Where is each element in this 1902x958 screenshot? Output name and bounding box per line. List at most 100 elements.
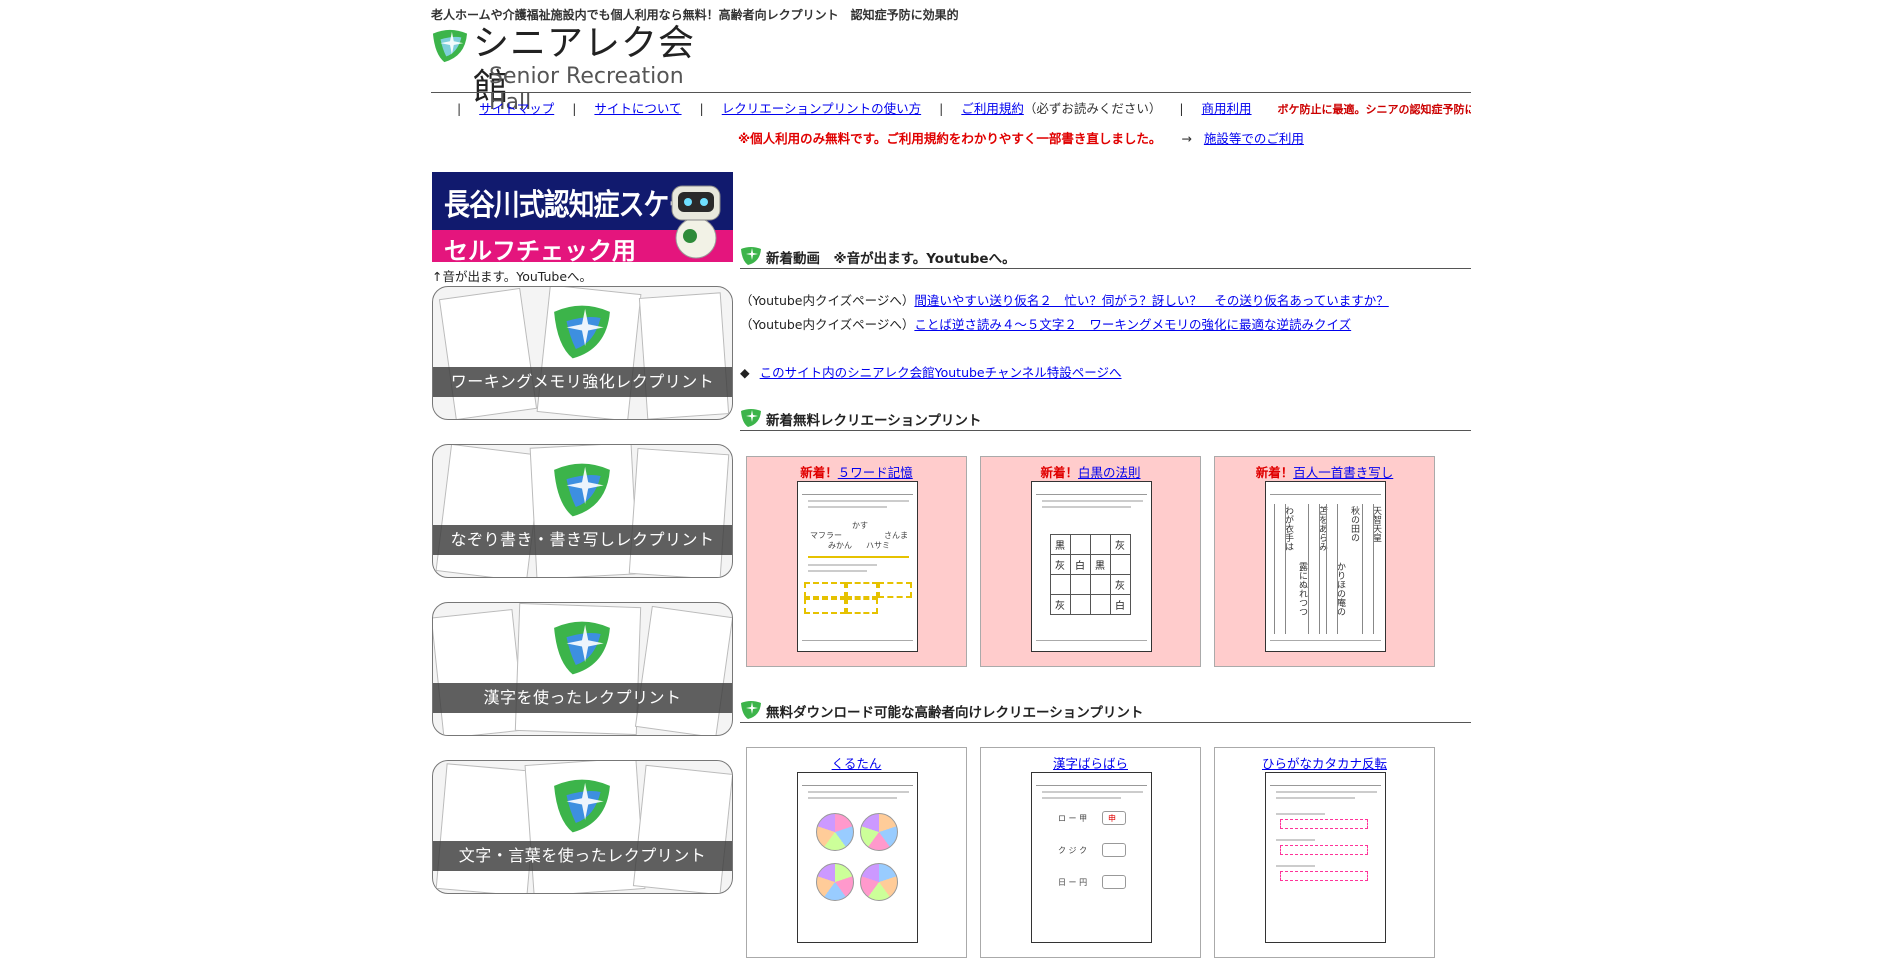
tile-bg-paper [628,447,730,577]
thumb-text-line [1276,797,1355,799]
card-link[interactable]: ひらがなカタカナ反転 [1262,756,1387,771]
robot-mascot-icon [671,185,721,259]
category-tracing[interactable]: なぞり書き・書き写しレクプリント [432,444,733,578]
print-thumbnail[interactable]: 黒 灰 灰 白 黒 灰 灰 白 [1031,481,1152,652]
leaf-logo-icon [432,29,468,63]
thumb-header [1036,777,1147,786]
grid-cell: 白 [1069,553,1091,575]
grid-cell: 灰 [1049,553,1071,575]
card-link[interactable]: 漢字ばらばら [1053,756,1128,771]
print-card-hyakunin[interactable]: 新着！百人一首書き写し 天智天皇 秋の田の かりほの庵の 苫をあらみ わが衣手は… [1214,456,1435,667]
thumb-word: ハサミ [866,541,890,550]
nav-commercial[interactable]: 商用利用 [1202,101,1252,116]
card-title: ひらがなカタカナ反転 [1215,753,1434,772]
print-card-kanji-barabara[interactable]: 漢字ばらばら ロ ー 甲 申 ク ジ ク 日 ー 円 [980,747,1201,958]
print-card-kurutan[interactable]: くるたん [746,747,967,958]
thumb-footer [1036,640,1147,648]
thumb-text-line [1276,865,1315,867]
tile-bg-paper [435,445,543,577]
print-card-5word[interactable]: 新着！５ワード記憶 かす マフラー さんま みかん ハサミ [746,456,967,667]
main-nav: | サイトマップ | サイトについて | レクリエーションプリントの使い方 | … [431,98,1471,116]
grid-cell: 灰 [1049,593,1071,615]
thumb-answer: 申 [1108,814,1116,823]
grid-cell: 灰 [1109,533,1131,555]
thumb-text-line [1042,506,1131,508]
nav-terms[interactable]: ご利用規約 [961,101,1024,116]
nav-about[interactable]: サイトについて [594,101,681,116]
grid-cell [1069,593,1091,615]
video-link[interactable]: 間違いやすい送り仮名２ 忙い？伺がう？訝しい？ その送り仮名あっていますか？ [914,293,1388,308]
thumb-wheel [860,813,898,851]
print-card-hiragana-katakana[interactable]: ひらがなカタカナ反転 [1214,747,1435,958]
thumb-answer-box [878,582,912,598]
nav-warning-marquee: ボケ防止に最適。シニアの認知症予防にレクリプリントを [1277,103,1471,116]
category-label: ワーキングメモリ強化レクプリント [450,372,715,391]
thumb-grid: 黒 灰 灰 白 黒 灰 灰 白 [1049,533,1131,615]
arrow-right-icon: → [1181,131,1192,146]
thumb-word: みかん [828,541,852,550]
thumb-text-line [1276,813,1325,815]
thumb-text-line [808,564,877,566]
thumb-text-line [1042,797,1121,799]
site-logo[interactable]: シニアレク会館 Senior Recreation Hall [431,22,731,115]
video-link[interactable]: ことば逆さ読み４～５文字２ ワーキングメモリの強化に最適な逆読みクイズ [914,317,1351,332]
card-link[interactable]: 白黒の法則 [1078,465,1141,480]
facility-use-link[interactable]: 施設等でのご利用 [1204,131,1304,146]
category-working-memory[interactable]: ワーキングメモリ強化レクプリント [432,286,733,420]
nav-sitemap[interactable]: サイトマップ [479,101,554,116]
section-new-prints: 新着無料レクリエーションプリント [740,406,1471,431]
thumb-answer-box [1102,843,1126,857]
nav-howto[interactable]: レクリエーションプリントの使い方 [722,101,921,116]
thumb-answer-box [846,582,878,598]
thumb-wheel [860,863,898,901]
notice-text: ※個人利用のみ無料です。ご利用規約をわかりやすく一部書き直しました。 [738,131,1162,146]
grid-cell: 黒 [1049,533,1071,555]
card-title: 新着！５ワード記憶 [747,462,966,481]
card-title: 新着！百人一首書き写し [1215,462,1434,481]
thumb-answer-box [804,582,846,598]
print-thumbnail[interactable] [1265,772,1386,943]
youtube-channel-link[interactable]: このサイト内のシニアレク会館Youtubeチャンネル特設ページへ [760,365,1122,380]
tile-bg-paper [435,763,539,893]
leaf-logo-icon [554,621,610,675]
thumb-column-guide [1326,504,1338,634]
grid-cell [1089,573,1111,595]
category-words[interactable]: 文字・言葉を使ったレクプリント [432,760,733,894]
thumb-answer-box [1102,875,1126,889]
nav-separator: | [572,101,577,116]
thumb-answer-box [804,598,846,614]
card-link[interactable]: ５ワード記憶 [838,465,913,480]
diamond-bullet-icon: ◆ [740,365,750,380]
print-card-bw-rule[interactable]: 新着！白黒の法則 黒 灰 灰 白 黒 灰 灰 白 [980,456,1201,667]
usage-notice: ※個人利用のみ無料です。ご利用規約をわかりやすく一部書き直しました。 → 施設等での… [738,128,1304,147]
nav-separator: | [1179,101,1184,116]
category-label: 文字・言葉を使ったレクプリント [458,846,707,865]
tile-bg-paper [634,605,732,735]
nav-separator: | [699,101,704,116]
print-thumbnail[interactable]: ロ ー 甲 申 ク ジ ク 日 ー 円 [1031,772,1152,943]
thumb-column-guide [1308,504,1320,634]
grid-cell: 白 [1109,593,1131,615]
category-kanji[interactable]: 漢字を使ったレクプリント [432,602,733,736]
header-divider [431,92,1471,93]
card-title: 新着！白黒の法則 [981,462,1200,481]
video-prefix: （Youtube内クイズページへ） [740,293,915,308]
thumb-answer-box [1280,845,1368,855]
youtube-channel-row: ◆ このサイト内のシニアレク会館Youtubeチャンネル特設ページへ [740,362,1122,381]
banner-caption: ↑音が出ます。YouTubeへ。 [432,269,593,284]
new-badge: 新着！ [1255,465,1294,480]
thumb-header [802,777,913,786]
card-link[interactable]: くるたん [832,756,882,771]
thumb-divider [808,556,909,558]
hasegawa-scale-banner[interactable]: 長谷川式認知症スケール セルフチェック用 [432,172,733,262]
print-thumbnail[interactable]: 天智天皇 秋の田の かりほの庵の 苫をあらみ わが衣手は 露にぬれつつ [1265,481,1386,652]
section-title: 新着動画 ※音が出ます。Youtubeへ。 [766,251,1016,267]
print-thumbnail[interactable] [797,772,918,943]
card-link[interactable]: 百人一首書き写し [1293,465,1393,480]
thumb-wheel [816,863,854,901]
thumb-kanji-row: 日 ー 円 [1058,878,1088,887]
tile-bg-paper [433,609,526,735]
print-thumbnail[interactable]: かす マフラー さんま みかん ハサミ [797,481,918,652]
thumb-kanji-row: ク ジ ク [1058,846,1088,855]
grid-cell: 灰 [1109,573,1131,595]
